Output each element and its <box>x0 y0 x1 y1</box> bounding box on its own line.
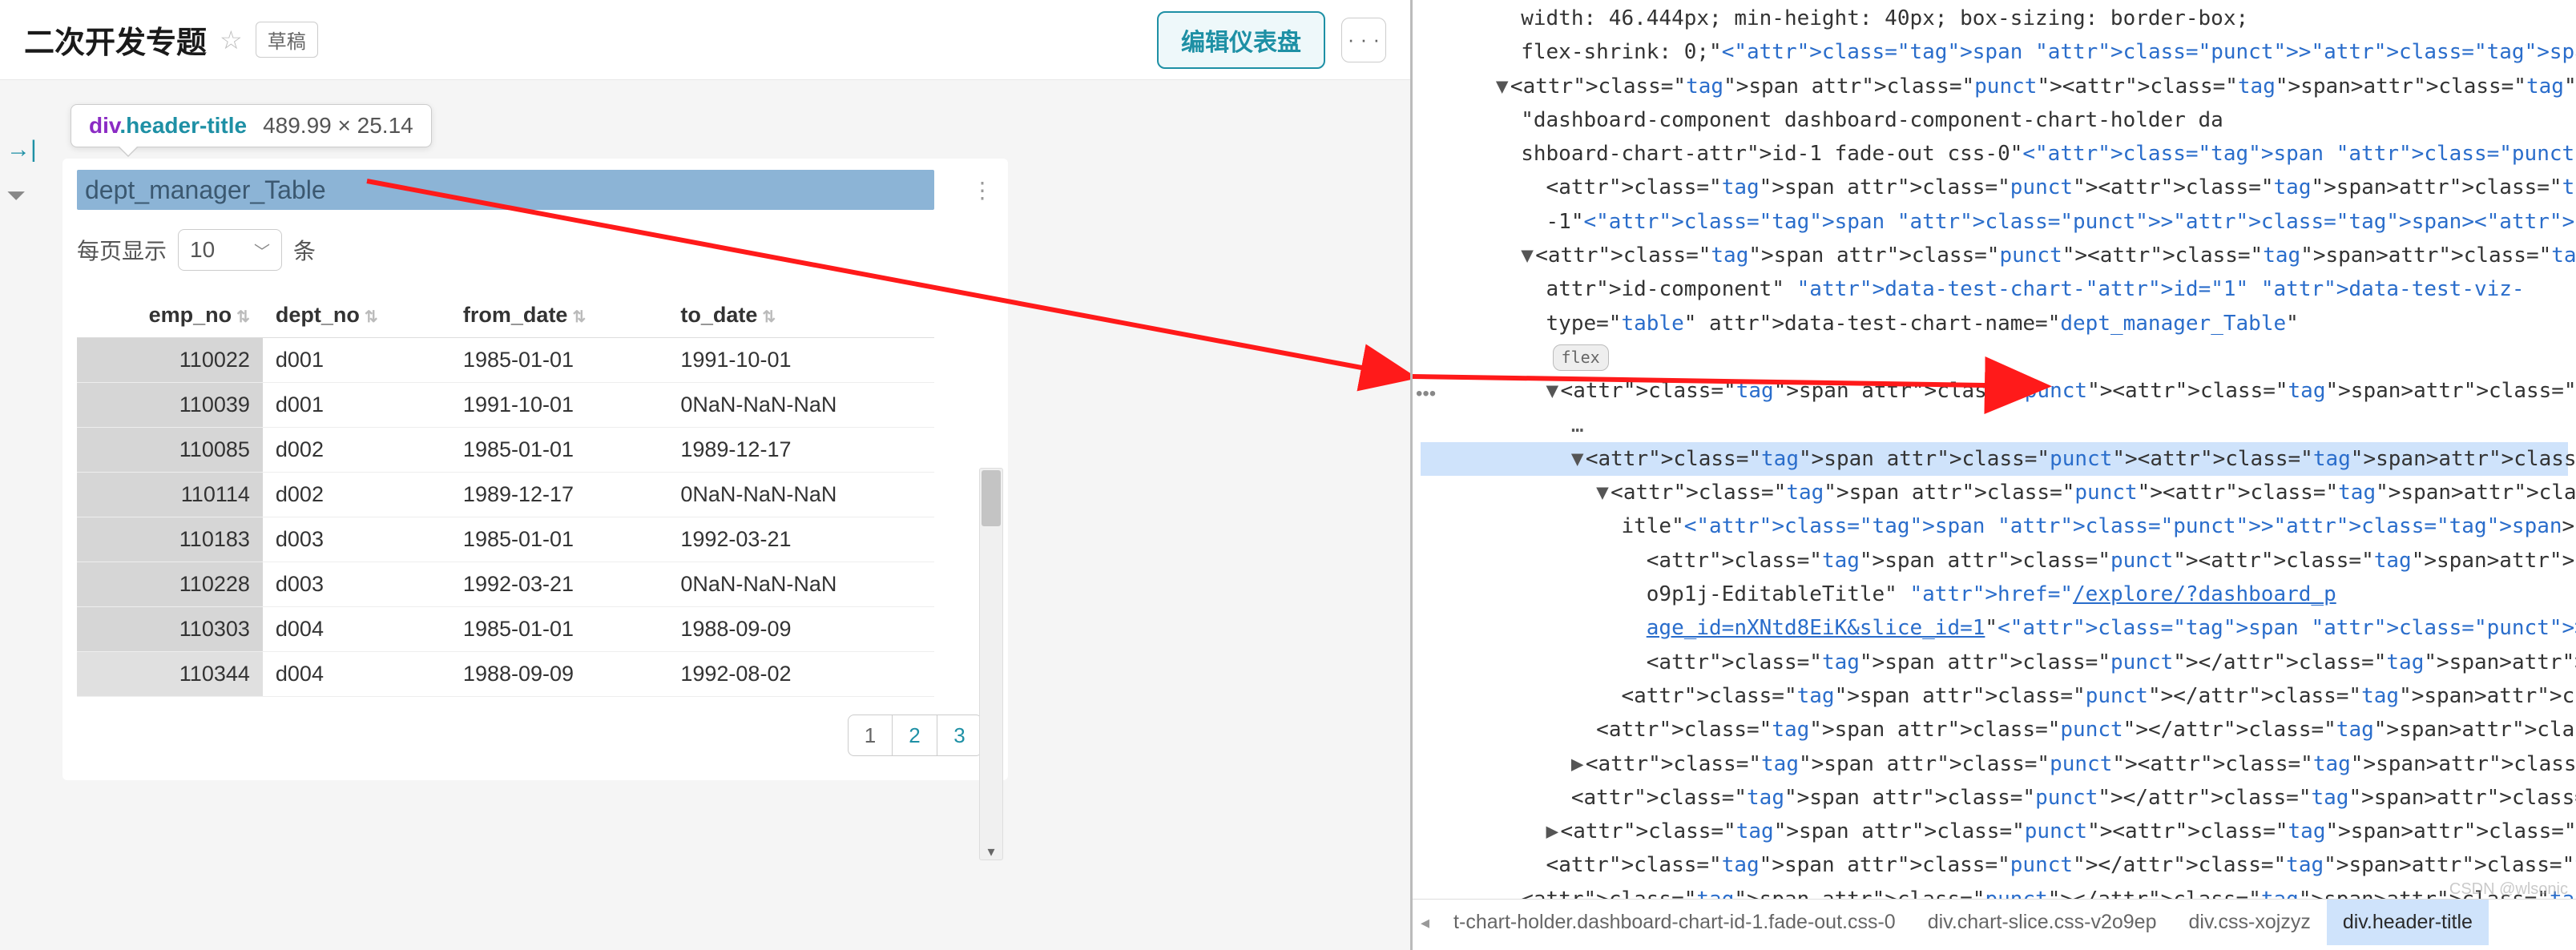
breadcrumb-item[interactable]: div.chart-slice.css-v2o9ep <box>1912 900 2173 945</box>
column-header[interactable]: from_date⇅ <box>450 293 667 338</box>
page-size-value: 10 <box>190 237 215 263</box>
tooltip-element: div <box>89 113 119 138</box>
table-row[interactable]: 110039d0011991-10-010NaN-NaN-NaN <box>77 383 934 428</box>
table-cell: 1988-09-09 <box>450 652 667 697</box>
vertical-scrollbar[interactable]: ▴ ▾ <box>979 468 1003 860</box>
star-icon[interactable]: ☆ <box>220 25 243 55</box>
page-size-prefix: 每页显示 <box>77 234 167 266</box>
table-cell: 110039 <box>77 383 263 428</box>
chart-header-title[interactable]: dept_manager_Table <box>77 170 934 210</box>
dom-tree[interactable]: width: 46.444px; min-height: 40px; box-s… <box>1413 0 2576 950</box>
filter-icon[interactable]: ⏷ <box>6 183 37 210</box>
breadcrumb-prev-icon[interactable]: ◂ <box>1413 912 1437 933</box>
table-cell: 1985-01-01 <box>450 428 667 473</box>
chart-kebab-menu-icon[interactable]: ⋮ <box>971 177 994 203</box>
breadcrumb-item[interactable]: div.header-title <box>2327 900 2489 945</box>
table-cell: d002 <box>263 428 450 473</box>
app-left-pane: 二次开发专题 ☆ 草稿 编辑仪表盘 · · · →| ⏷ div.header-… <box>0 0 1410 950</box>
draft-tag: 草稿 <box>256 22 318 58</box>
table-cell: 1989-12-17 <box>450 473 667 517</box>
page-button[interactable]: 2 <box>893 715 937 756</box>
table-cell: d004 <box>263 652 450 697</box>
watermark: CSDN @wlsonic <box>2449 880 2568 899</box>
tooltip-dimensions: 489.99 × 25.14 <box>263 113 413 139</box>
table-cell: 0NaN-NaN-NaN <box>667 562 934 607</box>
tooltip-class: .header-title <box>119 113 247 138</box>
more-actions-button[interactable]: · · · <box>1341 18 1386 62</box>
scroll-down-icon[interactable]: ▾ <box>982 842 1001 861</box>
page-title: 二次开发专题 <box>24 18 207 62</box>
page-size-suffix: 条 <box>293 234 316 266</box>
chart-card: dept_manager_Table ⋮ 每页显示 10 ﹀ 条 emp_no⇅… <box>62 159 1008 780</box>
table-cell: 1985-01-01 <box>450 607 667 652</box>
table-cell: d001 <box>263 383 450 428</box>
expand-panel-icon[interactable]: →| <box>6 136 37 163</box>
inspect-tooltip: div.header-title 489.99 × 25.14 <box>71 104 432 147</box>
devtools-pane: width: 46.444px; min-height: 40px; box-s… <box>1410 0 2576 950</box>
table-cell: 1992-08-02 <box>667 652 934 697</box>
table-row[interactable]: 110303d0041985-01-011988-09-09 <box>77 607 934 652</box>
table-cell: 0NaN-NaN-NaN <box>667 383 934 428</box>
table-cell: 110303 <box>77 607 263 652</box>
table-cell: d004 <box>263 607 450 652</box>
table-cell: d002 <box>263 473 450 517</box>
chart-header-row: dept_manager_Table ⋮ <box>77 170 994 210</box>
table-cell: 110022 <box>77 338 263 383</box>
table-row[interactable]: 110114d0021989-12-170NaN-NaN-NaN <box>77 473 934 517</box>
page-size-row: 每页显示 10 ﹀ 条 <box>77 229 994 271</box>
table-cell: 110344 <box>77 652 263 697</box>
table-cell: 1989-12-17 <box>667 428 934 473</box>
table-cell: 110228 <box>77 562 263 607</box>
table-row[interactable]: 110344d0041988-09-091992-08-02 <box>77 652 934 697</box>
header-bar: 二次开发专题 ☆ 草稿 编辑仪表盘 · · · <box>0 0 1410 80</box>
table-cell: d003 <box>263 517 450 562</box>
table-cell: 1985-01-01 <box>450 338 667 383</box>
table-cell: 1991-10-01 <box>667 338 934 383</box>
table-cell: 1992-03-21 <box>667 517 934 562</box>
table-row[interactable]: 110085d0021985-01-011989-12-17 <box>77 428 934 473</box>
table-cell: 1988-09-09 <box>667 607 934 652</box>
table-cell: 1991-10-01 <box>450 383 667 428</box>
scrollbar-thumb[interactable] <box>982 470 1001 526</box>
chevron-down-icon: ﹀ <box>254 239 270 262</box>
table-cell: 110114 <box>77 473 263 517</box>
table-row[interactable]: 110183d0031985-01-011992-03-21 <box>77 517 934 562</box>
column-header[interactable]: emp_no⇅ <box>77 293 263 338</box>
page-size-select[interactable]: 10 ﹀ <box>178 229 282 271</box>
edit-dashboard-button[interactable]: 编辑仪表盘 <box>1157 11 1325 69</box>
table-cell: d001 <box>263 338 450 383</box>
page-button[interactable]: 1 <box>848 715 893 756</box>
data-table: emp_no⇅dept_no⇅from_date⇅to_date⇅ 110022… <box>77 293 934 697</box>
table-cell: d003 <box>263 562 450 607</box>
pagination: 123 <box>77 715 982 756</box>
table-cell: 1985-01-01 <box>450 517 667 562</box>
table-cell: 1992-03-21 <box>450 562 667 607</box>
breadcrumb-item[interactable]: div.css-xojzyz <box>2172 900 2326 945</box>
column-header[interactable]: dept_no⇅ <box>263 293 450 338</box>
table-cell: 110085 <box>77 428 263 473</box>
table-cell: 110183 <box>77 517 263 562</box>
table-cell: 0NaN-NaN-NaN <box>667 473 934 517</box>
dom-action-ellipsis-icon[interactable]: ••• <box>1416 383 1436 405</box>
page-button[interactable]: 3 <box>937 715 982 756</box>
column-header[interactable]: to_date⇅ <box>667 293 934 338</box>
breadcrumb: ◂ t-chart-holder.dashboard-chart-id-1.fa… <box>1413 899 2576 945</box>
table-row[interactable]: 110022d0011985-01-011991-10-01 <box>77 338 934 383</box>
breadcrumb-item[interactable]: t-chart-holder.dashboard-chart-id-1.fade… <box>1437 900 1912 945</box>
side-rail: →| ⏷ <box>6 136 37 210</box>
table-row[interactable]: 110228d0031992-03-210NaN-NaN-NaN <box>77 562 934 607</box>
